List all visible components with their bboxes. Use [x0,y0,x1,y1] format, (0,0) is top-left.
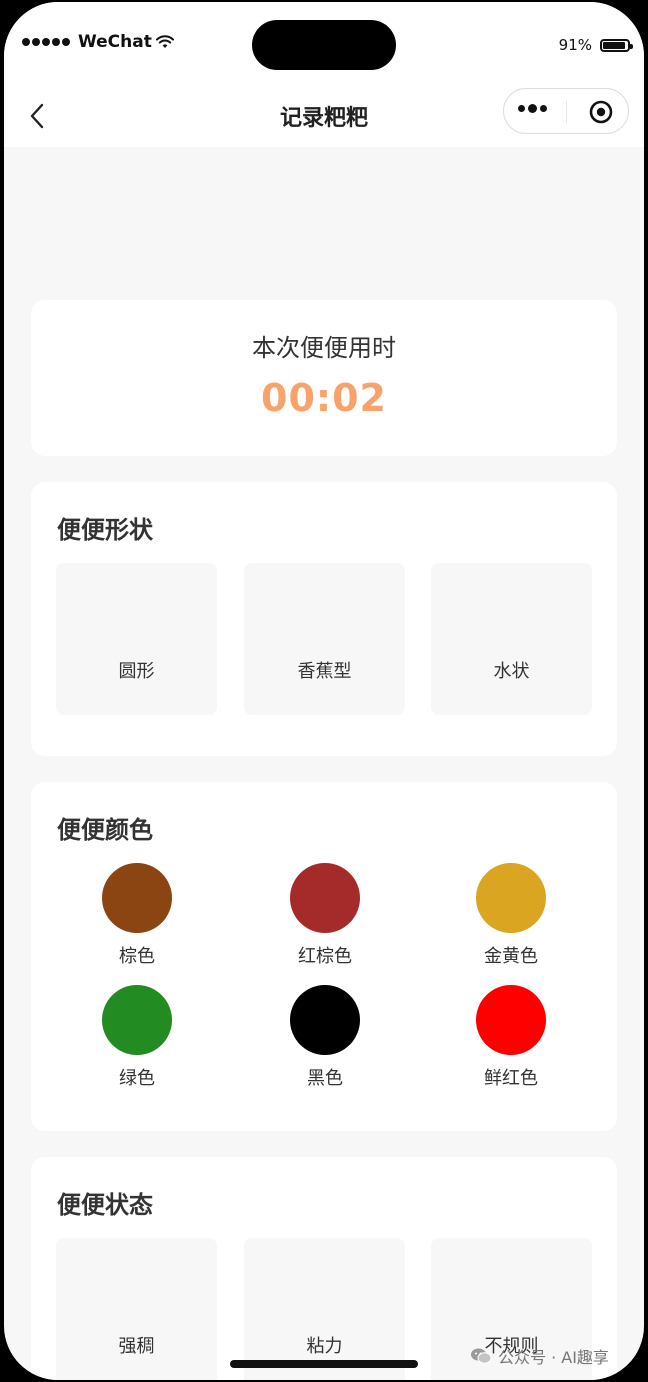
wifi-icon [155,35,174,48]
color-swatch-black[interactable] [290,985,360,1055]
timer-label: 本次便便用时 [252,334,396,362]
carrier-name: WeChat [78,32,152,52]
color-label-red-brown: 红棕色 [298,946,352,967]
shape-option-watery[interactable]: 水状 [431,563,592,715]
status-bar: WeChat 91% [4,2,644,82]
color-swatch-red-brown[interactable] [290,863,360,933]
shape-option-label: 圆形 [118,661,155,682]
phone-screen: WeChat 91% 记录粑粑 本次便便用时 00:02 便便形状 圆形 香蕉型… [4,2,644,1380]
close-mini-program-icon[interactable] [588,99,614,125]
color-swatch-golden[interactable] [476,863,546,933]
color-label-green: 绿色 [119,1068,155,1089]
battery-status: 91% [558,36,633,54]
watermark-text: 公众号 · AI趣享 [498,1348,609,1367]
color-card: 便便颜色 棕色 红棕色 金黄色 绿色 黑色 鲜红色 [31,782,617,1131]
dynamic-island [252,20,396,70]
state-section-title: 便便状态 [57,1191,153,1219]
state-option-sticky[interactable]: 粘力 [244,1238,405,1380]
capsule-divider [566,101,567,123]
carrier-info: WeChat [22,32,174,52]
shape-option-label: 水状 [493,661,530,682]
signal-dots-icon [22,38,70,46]
color-section-title: 便便颜色 [57,816,153,844]
color-swatch-brown[interactable] [102,863,172,933]
battery-icon [600,38,633,52]
wechat-icon [471,1348,492,1364]
watermark: 公众号 · AI趣享 [470,1344,609,1368]
color-swatch-bright-red[interactable] [476,985,546,1055]
state-option-thick[interactable]: 强稠 [56,1238,217,1380]
color-label-bright-red: 鲜红色 [484,1068,538,1089]
navigation-bar: 记录粑粑 [4,82,644,147]
state-option-label: 强稠 [118,1336,155,1357]
color-label-brown: 棕色 [119,946,155,967]
color-label-golden: 金黄色 [484,946,538,967]
timer-card: 本次便便用时 00:02 [31,300,617,456]
more-icon[interactable] [518,104,547,113]
mini-program-capsule [503,88,629,134]
color-label-black: 黑色 [307,1068,343,1089]
shape-section-title: 便便形状 [57,516,153,544]
shape-option-banana[interactable]: 香蕉型 [244,563,405,715]
battery-percent: 91% [558,36,592,54]
state-option-label: 粘力 [306,1336,343,1357]
shape-card: 便便形状 圆形 香蕉型 水状 [31,482,617,756]
color-swatch-green[interactable] [102,985,172,1055]
shape-option-round[interactable]: 圆形 [56,563,217,715]
home-indicator [230,1360,418,1368]
timer-value: 00:02 [261,376,387,420]
shape-option-label: 香蕉型 [297,661,352,682]
